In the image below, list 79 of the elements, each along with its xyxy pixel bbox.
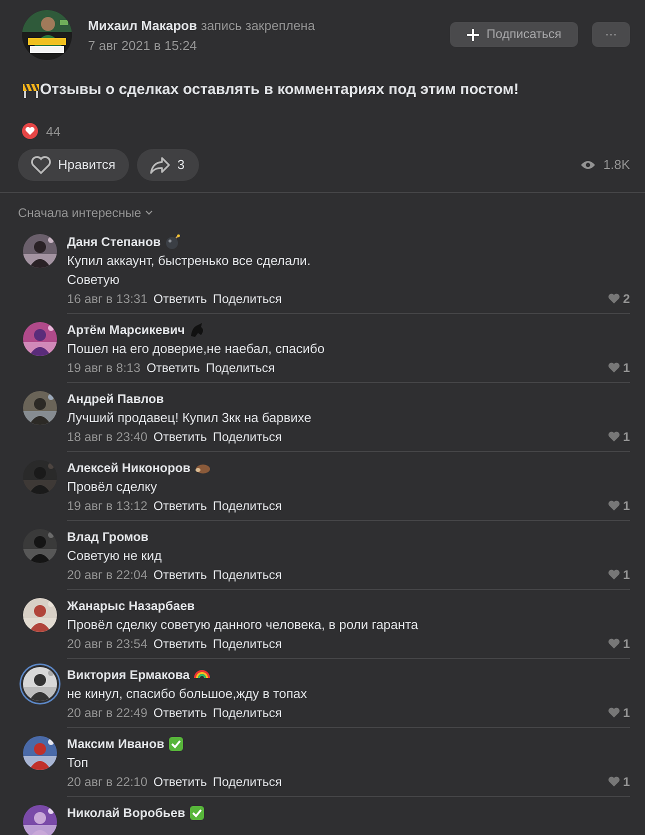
comment-text: не кинул, спасибо большое,жду в топах xyxy=(67,684,308,703)
plus-icon xyxy=(466,28,479,40)
share-link[interactable]: Поделиться xyxy=(212,772,282,792)
reply-link[interactable]: Ответить xyxy=(146,358,200,378)
more-button[interactable]: ··· xyxy=(592,22,630,47)
share-link[interactable]: Поделиться xyxy=(212,564,282,585)
chevron-icon xyxy=(145,210,154,216)
commenter-name[interactable]: Алексей Никоноров xyxy=(67,458,190,477)
like-button[interactable]: Нравится xyxy=(18,149,130,181)
share-link[interactable]: Поделиться xyxy=(212,496,282,516)
comment-date[interactable]: 19 авг в 8:13 xyxy=(67,358,140,378)
comment-text: Советую xyxy=(67,270,121,289)
pinned-note: запись закреплена xyxy=(200,17,315,35)
heart-icon xyxy=(608,638,620,650)
commenter-name[interactable]: Влад Громов xyxy=(67,528,148,546)
comment-date[interactable]: 20 авг в 23:54 xyxy=(67,634,148,654)
reply-link[interactable]: Ответить xyxy=(153,564,207,585)
comment-text: Пошел на его доверие,не наебал, спасибо xyxy=(67,340,326,358)
comment-date[interactable]: 19 авг в 13:12 xyxy=(67,496,148,516)
check-icon xyxy=(168,736,184,752)
rainbow-icon xyxy=(194,670,210,680)
comment-like-button[interactable]: 1 xyxy=(608,426,630,447)
reply-link[interactable]: Ответить xyxy=(153,496,207,516)
heart-icon xyxy=(608,362,620,374)
reply-link[interactable]: Ответить xyxy=(153,702,207,723)
commenter-name[interactable]: Андрей Павлов xyxy=(67,390,164,408)
share-button[interactable]: 3 xyxy=(137,149,199,181)
heart-icon xyxy=(608,293,620,304)
heart-icon xyxy=(608,776,620,788)
heart-icon xyxy=(608,569,620,580)
reply-link[interactable]: Ответить xyxy=(153,634,207,654)
comment-text: Лучший продавец! Купил 3кк на барвихе xyxy=(67,408,312,427)
share-link[interactable]: Поделиться xyxy=(212,702,282,723)
comment-text: Провёл сделку советую данного человека, в роли гаранта xyxy=(67,616,420,634)
share-link[interactable]: Поделиться xyxy=(212,288,282,309)
commenter-name[interactable]: Жанарыс Назарбаев xyxy=(67,596,195,615)
comment-date[interactable]: 16 авг в 13:31 xyxy=(67,288,148,309)
reply-link[interactable]: Ответить xyxy=(153,772,207,792)
comment-like-button[interactable]: 1 xyxy=(608,772,630,792)
barrier-icon xyxy=(22,81,40,100)
comment-text: Провёл сделку xyxy=(67,478,158,496)
commenter-name[interactable]: Максим Иванов xyxy=(67,734,164,753)
comment-date[interactable]: 20 авг в 22:04 xyxy=(67,564,148,585)
eye-icon xyxy=(581,160,596,170)
heart-icon xyxy=(608,431,620,442)
share-link[interactable]: Поделиться xyxy=(212,634,282,654)
commenter-name[interactable]: Артём Марсикевич xyxy=(67,320,185,339)
share-link[interactable]: Поделиться xyxy=(206,358,275,378)
commenter-name[interactable]: Даня Степанов xyxy=(67,232,161,251)
comment-like-button[interactable]: 1 xyxy=(608,496,630,516)
bomb-icon xyxy=(164,234,181,250)
comment-date[interactable]: 18 авг в 23:40 xyxy=(67,426,148,447)
comment-text: Купил аккаунт, быстренько все сделали. xyxy=(67,252,312,270)
comment-date[interactable]: 20 авг в 22:49 xyxy=(67,702,148,723)
heart-icon xyxy=(30,155,52,175)
view-count: 1.8K xyxy=(603,156,630,174)
heart-icon xyxy=(608,707,620,718)
comment-text: Советую не кид xyxy=(67,546,163,565)
share-link[interactable]: Поделиться xyxy=(212,426,282,447)
post-date[interactable]: 7 авг 2021 в 15:24 xyxy=(88,36,450,55)
reaction-count: 44 xyxy=(46,122,60,140)
comment-like-button[interactable]: 1 xyxy=(608,634,630,654)
comment-text: Топ xyxy=(67,754,90,772)
sort-dropdown[interactable]: Сначала интересные xyxy=(18,204,154,223)
comment-like-button[interactable]: 2 xyxy=(608,288,630,309)
post-text: Отзывы о сделках оставлять в комментариях под этим постом! xyxy=(40,80,519,100)
check-icon xyxy=(189,804,206,821)
subscribe-button[interactable]: Подписаться xyxy=(450,22,578,47)
comment-like-button[interactable]: 1 xyxy=(608,702,630,723)
reply-link[interactable]: Ответить xyxy=(153,288,207,309)
comment-like-button[interactable]: 1 xyxy=(608,564,630,585)
commenter-name[interactable]: Николай Воробьев xyxy=(67,804,186,822)
commenter-name[interactable]: Виктория Ермакова xyxy=(67,666,190,684)
comment-date[interactable]: 20 авг в 22:10 xyxy=(67,772,148,792)
comment-like-button[interactable]: 1 xyxy=(608,358,630,378)
heart-icon xyxy=(608,500,620,512)
share-icon xyxy=(149,155,172,175)
author-name[interactable]: Михаил Макаров xyxy=(88,16,197,36)
reply-link[interactable]: Ответить xyxy=(153,426,207,447)
